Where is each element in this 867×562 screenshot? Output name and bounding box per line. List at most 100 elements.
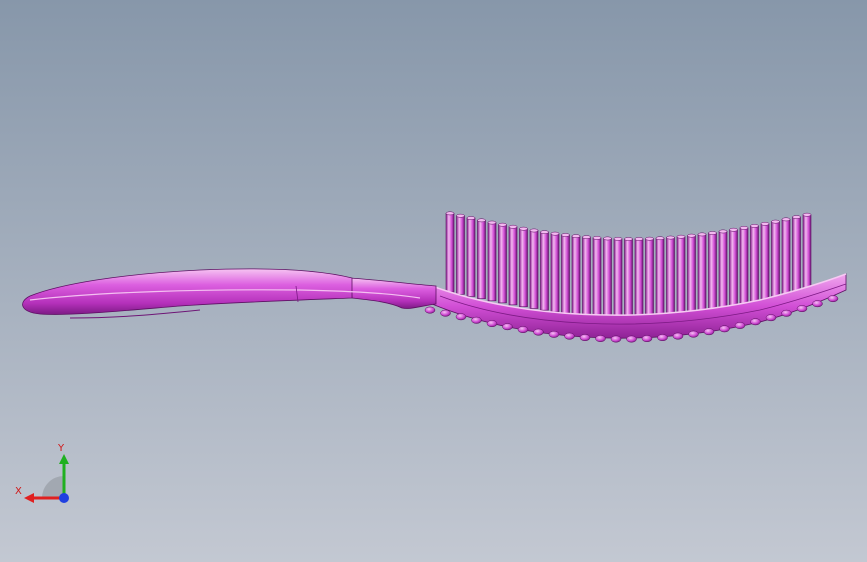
x-axis-arrowhead xyxy=(24,493,34,503)
bristle-cap xyxy=(729,227,738,232)
x-axis-label: X xyxy=(15,486,22,497)
bristle xyxy=(739,227,749,312)
bristle-cap xyxy=(613,236,623,241)
bristle-cap xyxy=(634,237,644,241)
bristle-cap xyxy=(802,212,812,217)
bristle-cap xyxy=(708,231,717,235)
nub xyxy=(688,330,699,338)
bristle xyxy=(445,213,455,293)
bristle xyxy=(666,237,675,319)
bristle-cap xyxy=(697,232,707,237)
nub xyxy=(734,322,746,329)
bristle-cap xyxy=(624,237,633,241)
bristle xyxy=(634,238,644,319)
bristle xyxy=(771,221,780,306)
bristle-cap xyxy=(466,216,476,220)
bristle-cap xyxy=(582,235,591,239)
bristle-cap xyxy=(655,236,665,241)
bristle xyxy=(603,238,612,318)
bristle-cap xyxy=(718,229,728,234)
bristle xyxy=(750,225,759,310)
bristle-cap xyxy=(550,231,560,236)
nub xyxy=(703,328,715,336)
nub xyxy=(424,306,436,314)
bristle-cap xyxy=(508,224,518,229)
bristle xyxy=(477,220,486,299)
y-axis-arrowhead xyxy=(59,454,69,464)
bristle-cap xyxy=(676,234,686,239)
nub xyxy=(440,309,451,317)
bristle xyxy=(571,235,581,315)
bristle xyxy=(519,228,528,308)
axis-triad-graphic xyxy=(24,454,69,503)
model-view[interactable] xyxy=(0,0,867,562)
y-axis-label: Y xyxy=(58,443,65,454)
bristle xyxy=(708,232,717,316)
bristle xyxy=(508,226,518,306)
nub xyxy=(812,300,823,308)
bristle xyxy=(792,216,801,302)
bristle xyxy=(487,222,497,302)
bristle-cap xyxy=(750,224,759,228)
bristle xyxy=(645,238,654,319)
nub xyxy=(641,335,653,343)
nub xyxy=(502,323,513,331)
nub xyxy=(672,332,684,340)
nub xyxy=(517,326,529,334)
bristle-cap xyxy=(666,235,675,240)
nub xyxy=(765,314,777,322)
bristle xyxy=(529,230,539,309)
bristle xyxy=(550,233,560,312)
bristle-cap xyxy=(456,213,465,218)
bristle xyxy=(540,231,549,311)
bristle xyxy=(498,224,507,304)
nub xyxy=(781,309,792,317)
nub xyxy=(796,305,808,313)
nub xyxy=(471,316,482,324)
bristle-cap xyxy=(529,228,539,233)
z-axis-indicator xyxy=(59,493,69,503)
nub xyxy=(719,325,730,333)
bristle xyxy=(655,237,665,319)
bristle xyxy=(624,238,633,319)
bristle xyxy=(697,234,707,317)
bristle-cap xyxy=(645,236,654,241)
bristle xyxy=(582,236,591,316)
bristle-cap xyxy=(760,221,770,226)
nub xyxy=(579,334,591,342)
nub xyxy=(626,335,637,343)
bristle xyxy=(456,215,465,295)
bristle xyxy=(592,237,602,317)
bristle-cap xyxy=(561,233,570,237)
bristle-cap xyxy=(739,226,749,230)
bristle-cap xyxy=(477,218,486,223)
bristle-cap xyxy=(498,222,507,227)
bristle xyxy=(781,219,791,304)
bristle-cap xyxy=(603,236,612,241)
bristle-cap xyxy=(519,226,528,231)
bristle xyxy=(718,231,728,315)
bristle xyxy=(729,229,738,313)
axis-triad[interactable]: X Y xyxy=(12,440,76,510)
nub xyxy=(595,335,606,342)
bristle-cap xyxy=(487,220,497,225)
bristle-cap xyxy=(771,219,780,224)
bristle xyxy=(466,217,476,297)
bristle-cap xyxy=(687,233,696,238)
bristle xyxy=(760,223,770,308)
nub xyxy=(486,320,498,328)
nub xyxy=(827,295,839,303)
nub xyxy=(610,335,622,343)
bristle-cap xyxy=(592,236,602,240)
nub xyxy=(657,334,668,342)
nub xyxy=(564,332,575,340)
bristle xyxy=(561,234,570,314)
bristle-cap xyxy=(792,215,801,219)
nub xyxy=(750,318,761,326)
bristle-cap xyxy=(571,234,581,238)
cad-3d-viewport[interactable]: X Y xyxy=(0,0,867,562)
nub xyxy=(533,328,544,336)
bristle-cap xyxy=(781,217,791,222)
bristle xyxy=(613,238,623,319)
bristle xyxy=(687,235,696,318)
